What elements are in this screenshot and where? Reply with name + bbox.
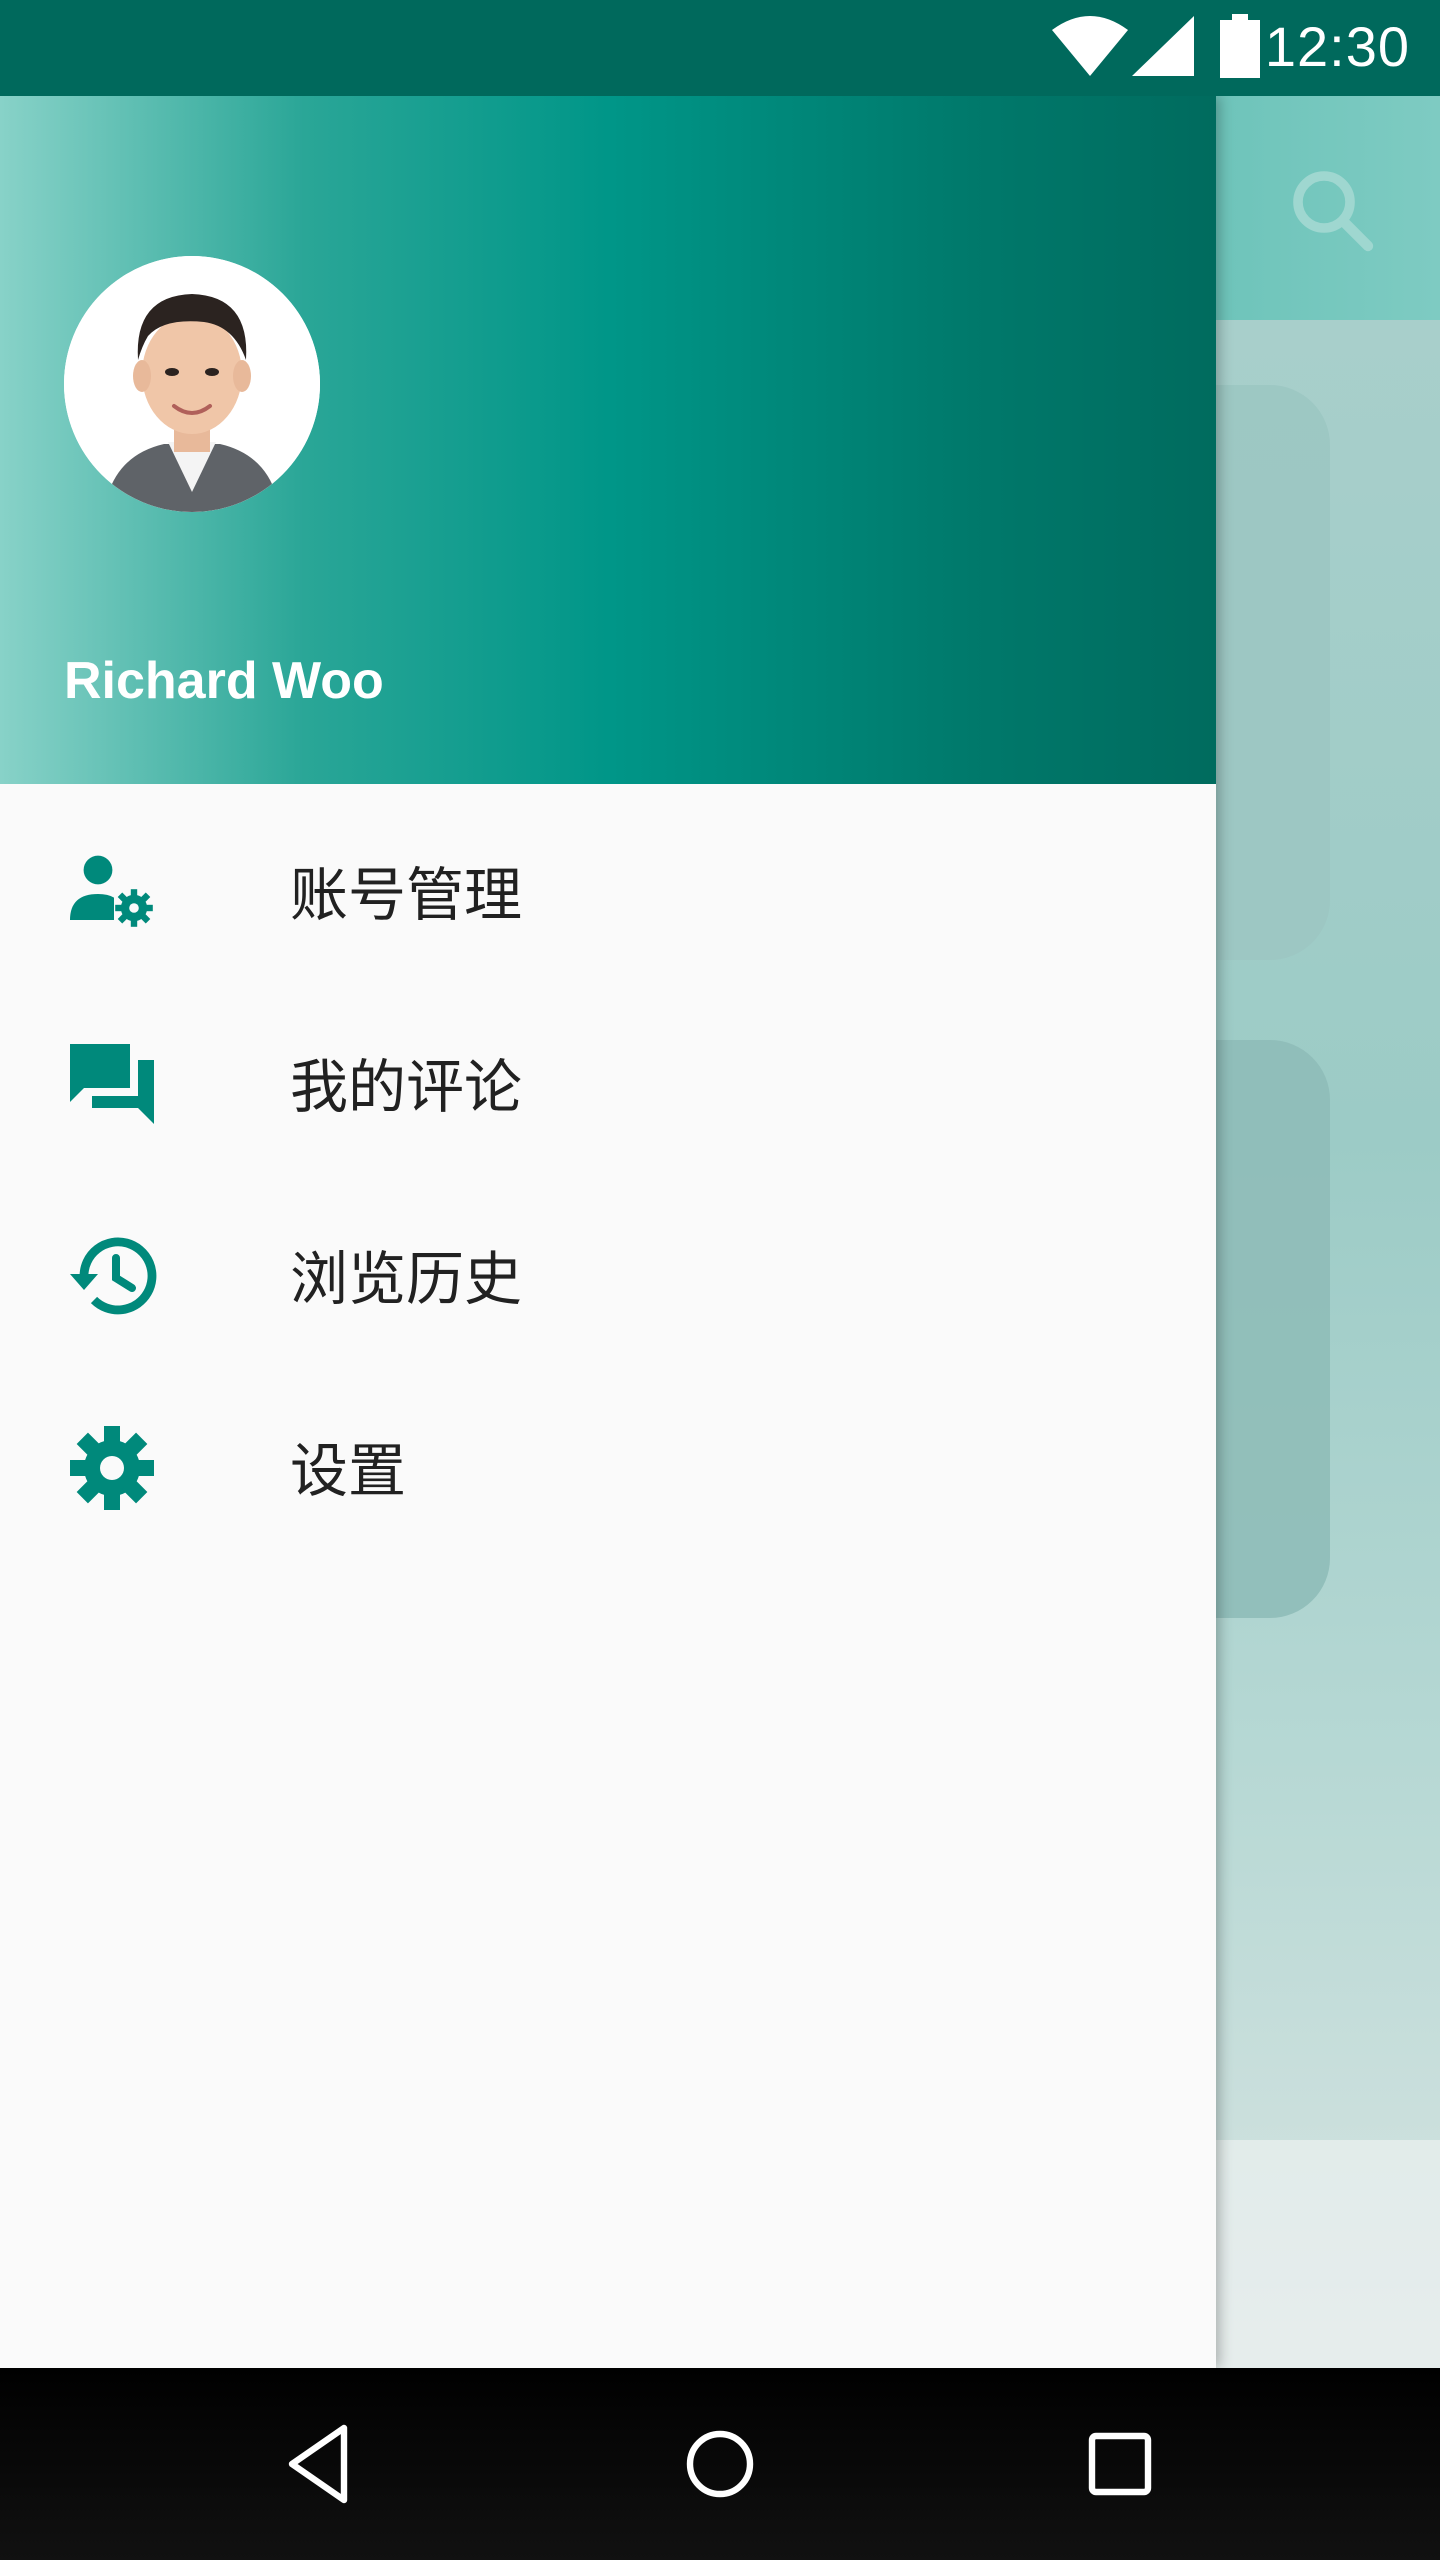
drawer-header: Richard Woo: [0, 96, 1216, 784]
avatar[interactable]: [64, 256, 320, 512]
account-settings-icon: [70, 855, 153, 927]
menu-item-label: 浏览历史: [290, 1245, 523, 1313]
background-card: [1216, 1040, 1330, 1618]
cellular-signal-icon: [1132, 16, 1194, 76]
battery-icon: [1220, 14, 1260, 78]
home-icon[interactable]: [672, 2416, 768, 2512]
menu-item-browse-history[interactable]: 浏览历史: [0, 1168, 1216, 1360]
history-icon: [70, 1237, 157, 1315]
status-bar: 12:30: [0, 0, 1440, 96]
back-icon[interactable]: [272, 2416, 368, 2512]
menu-item-account-management[interactable]: 账号管理: [0, 784, 1216, 976]
user-name: Richard Woo: [64, 652, 384, 710]
search-icon[interactable]: [1284, 162, 1380, 258]
menu-item-label: 我的评论: [290, 1053, 523, 1121]
background-card: [1216, 385, 1330, 960]
status-time: 12:30: [1264, 15, 1410, 78]
system-nav-bar: [0, 2368, 1440, 2560]
wifi-icon: [1052, 16, 1128, 76]
gear-icon: [70, 1426, 154, 1510]
navigation-drawer: Richard Woo 账号管理 我的评论 浏览历史 设置: [0, 96, 1216, 2368]
menu-item-my-comments[interactable]: 我的评论: [0, 976, 1216, 1168]
menu-item-settings[interactable]: 设置: [0, 1360, 1216, 1552]
avatar-portrait: [64, 256, 320, 512]
recents-icon[interactable]: [1072, 2416, 1168, 2512]
menu-item-label: 账号管理: [290, 861, 523, 929]
comments-icon: [70, 1044, 154, 1124]
background-strip: [1216, 2140, 1440, 2368]
drawer-menu: 账号管理 我的评论 浏览历史 设置: [0, 784, 1216, 1552]
menu-item-label: 设置: [290, 1437, 407, 1505]
